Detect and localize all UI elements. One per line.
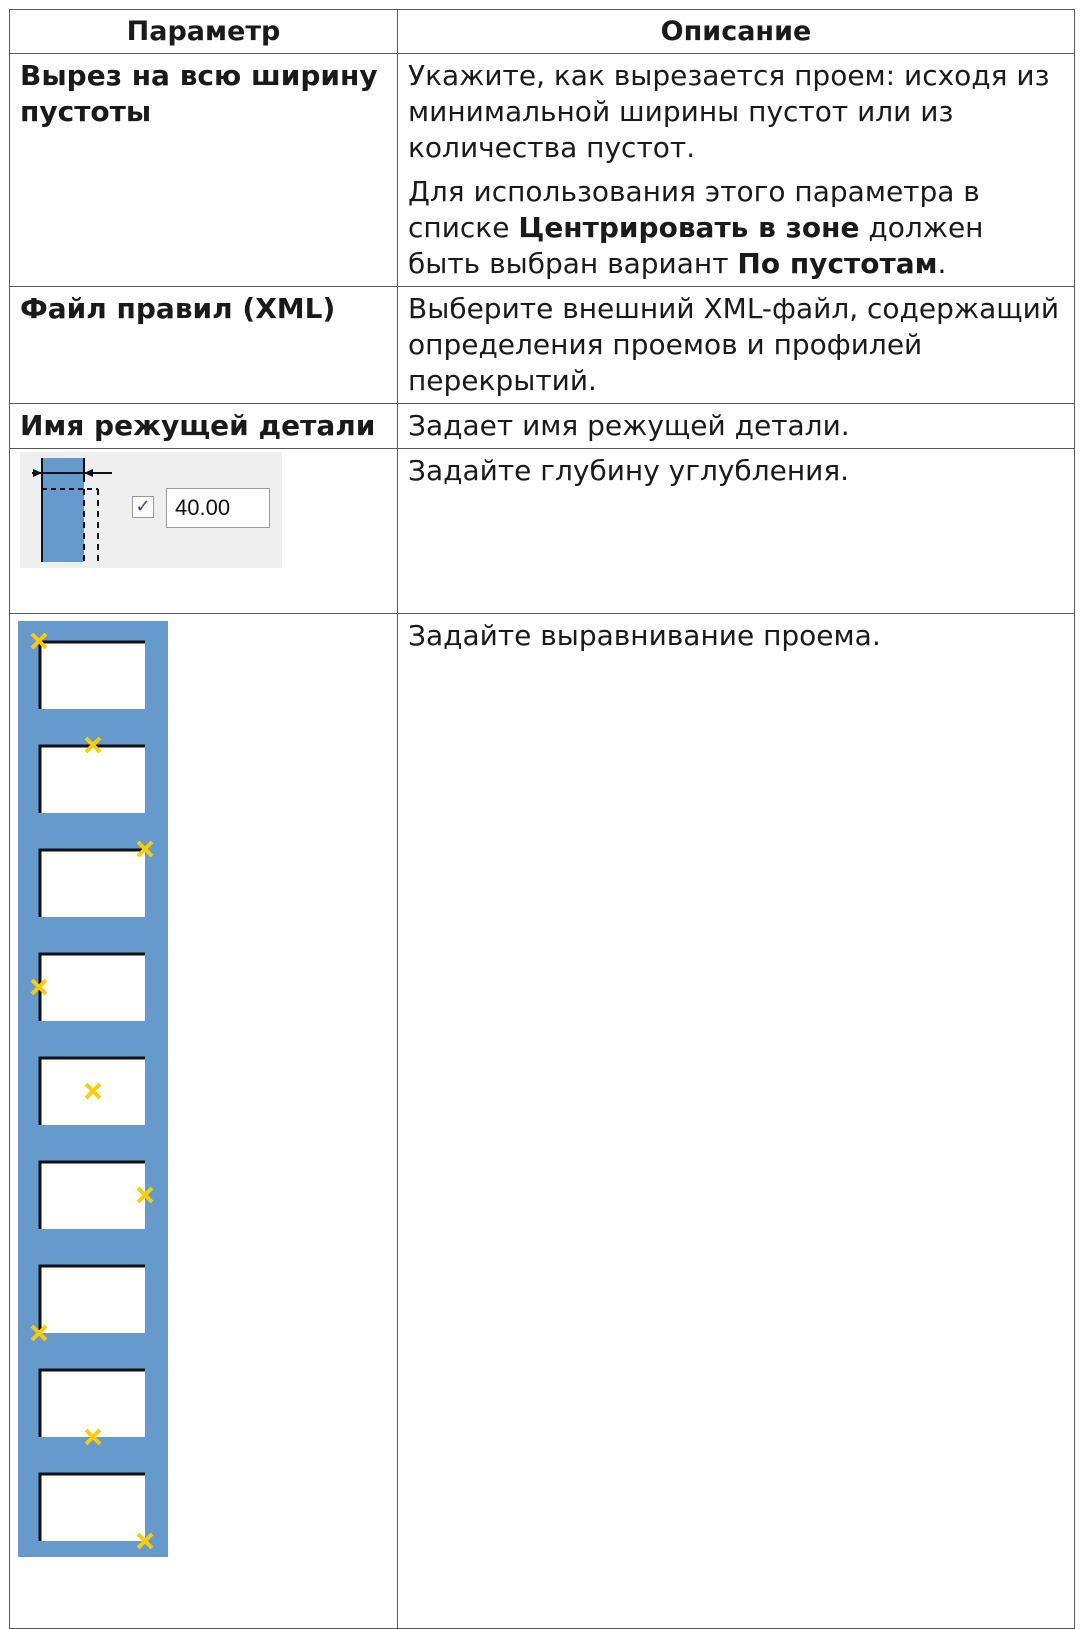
depth-setting-cell: ✓ 40.00 xyxy=(9,448,398,614)
param-description: Выберите внешний XML-файл, содержащий оп… xyxy=(397,286,1075,404)
header-description: Описание xyxy=(397,9,1075,54)
param-name: Вырез на всю ширину пустоты xyxy=(9,53,398,287)
header-row: Параметр Описание xyxy=(9,9,1075,54)
alignment-icon[interactable] xyxy=(18,1453,168,1557)
depth-control-panel: ✓ 40.00 xyxy=(20,452,282,568)
alignment-icon[interactable] xyxy=(18,933,168,1037)
depth-value-field[interactable]: 40.00 xyxy=(166,488,270,528)
table-row: Задайте выравнивание проема. xyxy=(9,613,1075,1629)
description-paragraph: Задайте глубину углубления. xyxy=(408,454,850,487)
depth-icon xyxy=(32,458,112,562)
ui-term: Центрировать в зоне xyxy=(518,211,860,244)
alignment-icon[interactable] xyxy=(18,829,168,933)
alignment-icon[interactable] xyxy=(18,1245,168,1349)
param-description: Укажите, как вырезается проем: исходя из… xyxy=(397,53,1075,287)
alignment-icon[interactable] xyxy=(18,725,168,829)
alignment-icon[interactable] xyxy=(18,1037,168,1141)
depth-checkbox[interactable]: ✓ xyxy=(132,496,154,518)
alignment-options xyxy=(18,621,387,1557)
description-paragraph: Для использования этого параметра в спис… xyxy=(408,175,984,280)
alignment-icon[interactable] xyxy=(18,1349,168,1453)
param-description: Задайте глубину углубления. xyxy=(397,448,1075,614)
alignment-icon[interactable] xyxy=(18,621,168,725)
alignment-setting-cell xyxy=(9,613,398,1629)
header-parameter: Параметр xyxy=(9,9,398,54)
table-row: Файл правил (XML) Выберите внешний XML-ф… xyxy=(9,286,1075,404)
description-paragraph: Задайте выравнивание проема. xyxy=(408,619,881,652)
param-description: Задает имя режущей детали. xyxy=(397,403,1075,449)
description-paragraph: Выберите внешний XML-файл, содержащий оп… xyxy=(408,292,1060,397)
parameters-table: Параметр Описание Вырез на всю ширину пу… xyxy=(9,9,1075,1629)
param-name: Файл правил (XML) xyxy=(9,286,398,404)
alignment-icon[interactable] xyxy=(18,1141,168,1245)
ui-term: По пустотам xyxy=(737,247,938,280)
param-description: Задайте выравнивание проема. xyxy=(397,613,1075,1629)
description-paragraph: Укажите, как вырезается проем: исходя из… xyxy=(408,59,1050,164)
table-row: Вырез на всю ширину пустоты Укажите, как… xyxy=(9,53,1075,287)
description-paragraph: Задает имя режущей детали. xyxy=(408,409,850,442)
table-row: Имя режущей детали Задает имя режущей де… xyxy=(9,403,1075,449)
table-row: ✓ 40.00 Задайте глубину углубления. xyxy=(9,448,1075,614)
param-name: Имя режущей детали xyxy=(9,403,398,449)
